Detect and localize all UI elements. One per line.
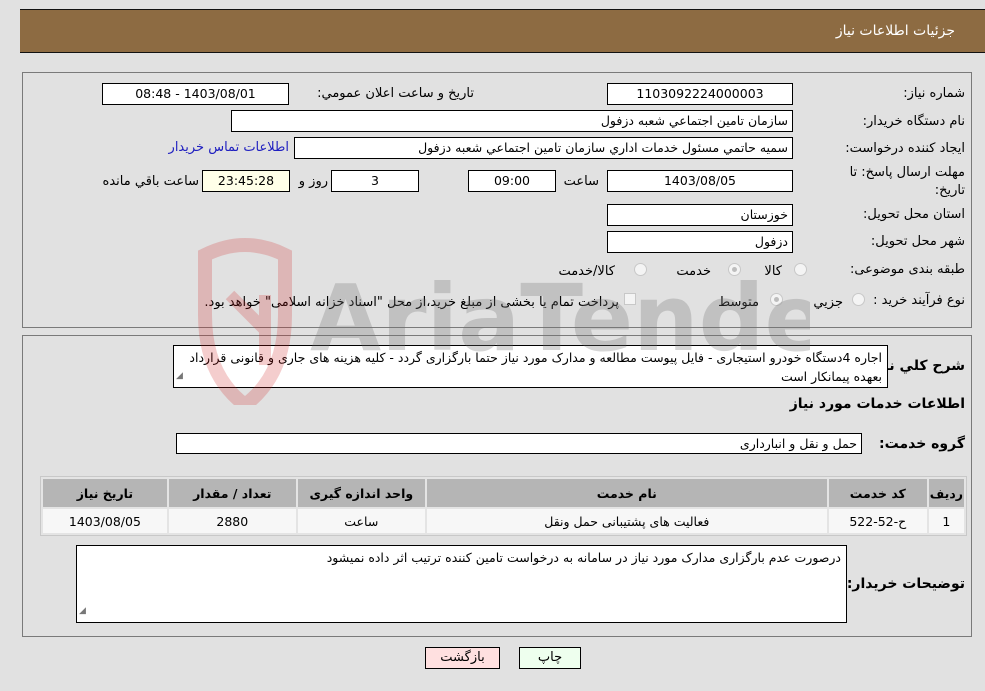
days-remaining-field: 3 [331,170,419,192]
process-radio-minor[interactable] [852,293,865,306]
category-option-service: خدمت [676,264,711,279]
need-details-panel: شماره نياز: 1103092224000003 تاريخ و ساع… [22,72,972,328]
buyer-notes-text: درصورت عدم بارگزاری مدارک مورد نياز در س… [326,550,841,565]
cell-row-number: 1 [928,509,964,533]
remaining-label: ساعت باقي مانده [102,174,199,189]
requester-field: سميه حاتمي مسئول خدمات اداري سازمان تامي… [294,137,793,159]
province-field: خوزستان [607,204,793,226]
cell-service-name: فعاليت های پشتيبانی حمل ونقل [426,509,827,533]
need-number-field: 1103092224000003 [607,83,793,105]
service-group-field: حمل و نقل و انبارداری [176,433,862,454]
resize-grip-icon[interactable]: ◢ [176,367,183,386]
need-number-label: شماره نياز: [903,86,965,101]
buyer-org-label: نام دستگاه خريدار: [862,114,965,129]
process-option-minor: جزيي [813,295,843,310]
category-option-goods-service: کالا/خدمت [558,264,615,279]
print-button[interactable]: چاپ [519,647,581,669]
deadline-date-field: 1403/08/05 [607,170,793,192]
treasury-note: پرداخت تمام يا بخشی از مبلغ خريد،از محل … [204,295,619,310]
category-option-goods: کالا [764,264,782,279]
requester-label: ايجاد کننده درخواست: [845,141,965,156]
remaining-time-field: 23:45:28 [202,170,290,192]
col-need-date: تاريخ نياز [43,479,167,507]
category-label: طبقه بندی موضوعی: [849,262,965,277]
buyer-notes-textarea[interactable]: درصورت عدم بارگزاری مدارک مورد نياز در س… [76,545,847,623]
col-quantity: تعداد / مقدار [168,479,296,507]
deadline-time-field: 09:00 [468,170,556,192]
resize-grip-icon[interactable]: ◢ [79,602,86,621]
buyer-org-field: سازمان تامين اجتماعي شعبه دزفول [231,110,793,132]
back-button[interactable]: بازگشت [425,647,500,669]
col-unit: واحد اندازه گيری [297,479,425,507]
category-radio-goods-service[interactable] [634,263,647,276]
process-radio-medium[interactable] [770,293,783,306]
service-group-label: گروه خدمت: [879,436,965,452]
cell-need-date: 1403/08/05 [43,509,167,533]
treasury-checkbox[interactable] [624,293,636,305]
col-row-number: رديف [928,479,964,507]
col-service-code: کد خدمت [828,479,927,507]
announce-datetime-field: 1403/08/01 - 08:48 [102,83,289,105]
cell-unit: ساعت [297,509,425,533]
buyer-notes-label: توضيحات خريدار: [846,576,965,592]
description-textarea[interactable]: اجاره 4دستگاه خودرو استيجاری - فايل پيوس… [173,345,888,388]
process-type-label: نوع فرآيند خريد : [873,293,965,308]
page-title: جزئيات اطلاعات نياز [835,23,955,39]
page-header: جزئيات اطلاعات نياز [20,9,985,53]
table-row: 1 ح-52-522 فعاليت های پشتيبانی حمل ونقل … [43,509,964,533]
cell-service-code: ح-52-522 [828,509,927,533]
deadline-label-line2: تاريخ: [934,183,965,198]
description-text: اجاره 4دستگاه خودرو استيجاری - فايل پيوس… [189,350,882,384]
cell-quantity: 2880 [168,509,296,533]
city-label: شهر محل تحويل: [870,234,965,249]
col-service-name: نام خدمت [426,479,827,507]
province-label: استان محل تحويل: [863,207,965,222]
city-field: دزفول [607,231,793,253]
process-option-medium: متوسط [718,295,759,310]
services-table: رديف کد خدمت نام خدمت واحد اندازه گيری ت… [40,476,967,536]
category-radio-service[interactable] [728,263,741,276]
deadline-label-line1: مهلت ارسال پاسخ: تا [849,165,965,180]
announce-label: تاريخ و ساعت اعلان عمومي: [317,86,474,101]
days-label: روز و [298,174,328,189]
deadline-time-label: ساعت [563,174,599,189]
buyer-contact-link[interactable]: اطلاعات تماس خريدار [169,140,289,155]
services-table-header: رديف کد خدمت نام خدمت واحد اندازه گيری ت… [43,479,964,507]
services-section-title: اطلاعات خدمات مورد نياز [789,396,965,412]
category-radio-goods[interactable] [794,263,807,276]
services-panel: شرح کلي نياز: اجاره 4دستگاه خودرو استيجا… [22,335,972,637]
